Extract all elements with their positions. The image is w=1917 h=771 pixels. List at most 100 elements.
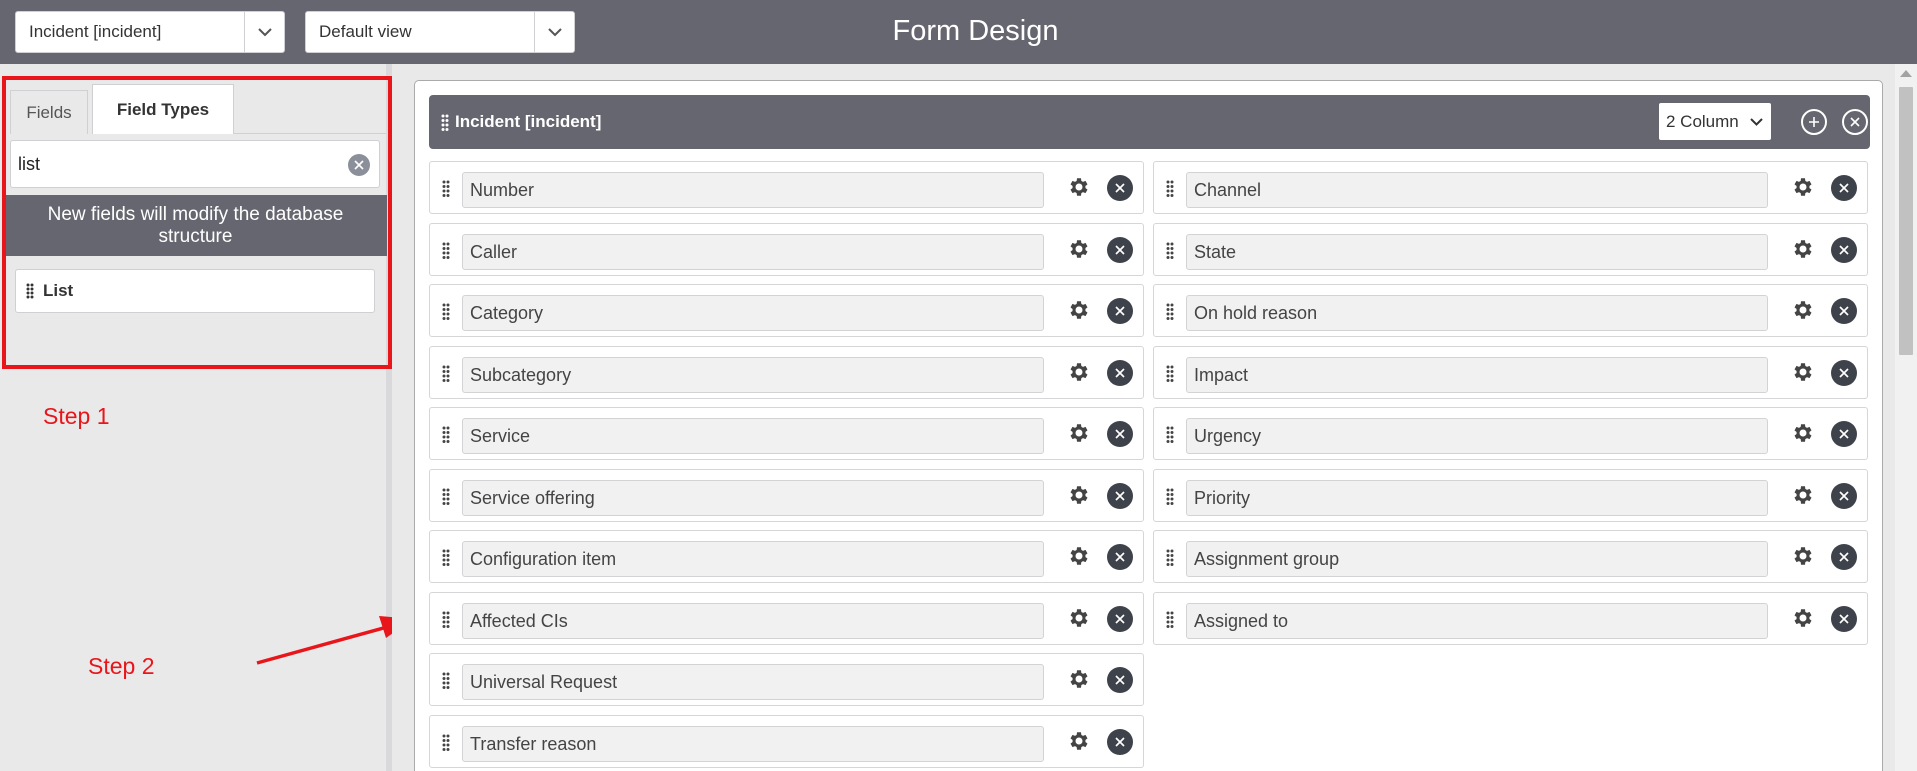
form-field-row[interactable]: Number (429, 161, 1144, 214)
field-label[interactable]: On hold reason (1186, 295, 1768, 331)
form-field-row[interactable]: Affected CIs (429, 591, 1144, 645)
drag-handle-icon[interactable] (1166, 611, 1174, 629)
field-label[interactable]: State (1186, 233, 1768, 270)
step1-highlight-box (2, 76, 392, 369)
gear-icon[interactable] (1791, 483, 1815, 507)
remove-field-button[interactable] (1107, 421, 1133, 447)
remove-field-button[interactable] (1831, 544, 1857, 570)
form-field-row[interactable]: Subcategory (429, 345, 1144, 399)
remove-section-button[interactable] (1842, 109, 1868, 135)
remove-field-button[interactable] (1107, 298, 1133, 324)
form-field-row[interactable]: Impact (1153, 345, 1868, 399)
remove-field-button[interactable] (1107, 544, 1133, 570)
plus-icon (1809, 117, 1819, 127)
gear-icon[interactable] (1791, 360, 1815, 384)
gear-icon[interactable] (1067, 360, 1091, 384)
remove-field-button[interactable] (1831, 359, 1857, 386)
remove-field-button[interactable] (1107, 236, 1133, 263)
scroll-up-icon[interactable] (1900, 70, 1912, 77)
field-label[interactable]: Assigned to (1186, 602, 1768, 639)
field-label[interactable]: Subcategory (462, 356, 1044, 393)
form-field-row[interactable]: Category (429, 284, 1144, 337)
gear-icon[interactable] (1067, 483, 1091, 507)
form-field-row[interactable]: Urgency (1153, 407, 1868, 460)
gear-icon[interactable] (1791, 175, 1815, 199)
drag-handle-icon[interactable] (1166, 242, 1174, 260)
field-label[interactable]: Impact (1186, 356, 1768, 393)
drag-handle-icon[interactable] (442, 180, 450, 198)
gear-icon[interactable] (1067, 544, 1091, 568)
remove-field-button[interactable] (1107, 728, 1133, 755)
form-field-row[interactable]: Assigned to (1153, 591, 1868, 645)
remove-field-button[interactable] (1107, 175, 1133, 201)
form-field-row[interactable]: On hold reason (1153, 284, 1868, 337)
gear-icon[interactable] (1067, 175, 1091, 199)
gear-icon[interactable] (1791, 606, 1815, 630)
form-field-row[interactable]: Configuration item (429, 530, 1144, 583)
field-label[interactable]: Caller (462, 233, 1044, 270)
remove-field-button[interactable] (1831, 421, 1857, 447)
gear-icon[interactable] (1791, 237, 1815, 261)
field-label[interactable]: Urgency (1186, 418, 1768, 454)
field-label[interactable]: Number (462, 172, 1044, 208)
section-header[interactable]: Incident [incident] 2 Column (429, 95, 1870, 149)
form-field-row[interactable]: Universal Request (429, 653, 1144, 706)
remove-field-button[interactable] (1831, 298, 1857, 324)
form-field-row[interactable]: Transfer reason (429, 714, 1144, 768)
drag-handle-icon[interactable] (1166, 180, 1174, 198)
field-label[interactable]: Affected CIs (462, 602, 1044, 639)
gear-icon[interactable] (1067, 237, 1091, 261)
remove-field-button[interactable] (1107, 605, 1133, 632)
field-label[interactable]: Service (462, 418, 1044, 454)
remove-field-button[interactable] (1107, 482, 1133, 509)
drag-handle-icon[interactable] (1166, 549, 1174, 567)
drag-handle-icon[interactable] (442, 611, 450, 629)
remove-field-button[interactable] (1831, 236, 1857, 263)
gear-icon[interactable] (1791, 544, 1815, 568)
add-section-button[interactable] (1801, 109, 1827, 135)
remove-field-button[interactable] (1831, 605, 1857, 632)
column-layout-select[interactable]: 2 Column (1659, 103, 1771, 140)
field-label[interactable]: Category (462, 295, 1044, 331)
drag-handle-icon[interactable] (1166, 303, 1174, 321)
gear-icon[interactable] (1791, 421, 1815, 445)
remove-field-button[interactable] (1107, 359, 1133, 386)
scroll-thumb[interactable] (1899, 87, 1913, 355)
gear-icon[interactable] (1067, 729, 1091, 753)
gear-icon[interactable] (1067, 298, 1091, 322)
drag-handle-icon[interactable] (442, 734, 450, 752)
form-field-row[interactable]: Channel (1153, 161, 1868, 214)
drag-handle-icon[interactable] (442, 426, 450, 444)
gear-icon[interactable] (1791, 298, 1815, 322)
field-label[interactable]: Transfer reason (462, 725, 1044, 762)
drag-handle-icon[interactable] (442, 672, 450, 690)
page-scrollbar[interactable] (1895, 64, 1917, 771)
field-label[interactable]: Configuration item (462, 541, 1044, 577)
drag-handle-icon[interactable] (1166, 426, 1174, 444)
form-field-row[interactable]: Service offering (429, 468, 1144, 522)
form-field-row[interactable]: Service (429, 407, 1144, 460)
drag-handle-icon[interactable] (442, 365, 450, 383)
field-label[interactable]: Service offering (462, 479, 1044, 516)
gear-icon[interactable] (1067, 667, 1091, 691)
drag-handle-icon[interactable] (1166, 488, 1174, 506)
drag-handle-icon[interactable] (442, 242, 450, 260)
form-field-row[interactable]: State (1153, 222, 1868, 276)
drag-handle-icon[interactable] (1166, 365, 1174, 383)
form-field-row[interactable]: Priority (1153, 468, 1868, 522)
field-label[interactable]: Channel (1186, 172, 1768, 208)
remove-field-button[interactable] (1831, 482, 1857, 509)
remove-field-button[interactable] (1831, 175, 1857, 201)
remove-field-button[interactable] (1107, 667, 1133, 693)
drag-handle-icon[interactable] (442, 488, 450, 506)
gear-icon[interactable] (1067, 421, 1091, 445)
drag-handle-icon[interactable] (441, 114, 449, 132)
field-label[interactable]: Universal Request (462, 664, 1044, 700)
field-label[interactable]: Priority (1186, 479, 1768, 516)
gear-icon[interactable] (1067, 606, 1091, 630)
form-field-row[interactable]: Caller (429, 222, 1144, 276)
drag-handle-icon[interactable] (442, 303, 450, 321)
field-label[interactable]: Assignment group (1186, 541, 1768, 577)
drag-handle-icon[interactable] (442, 549, 450, 567)
form-field-row[interactable]: Assignment group (1153, 530, 1868, 583)
